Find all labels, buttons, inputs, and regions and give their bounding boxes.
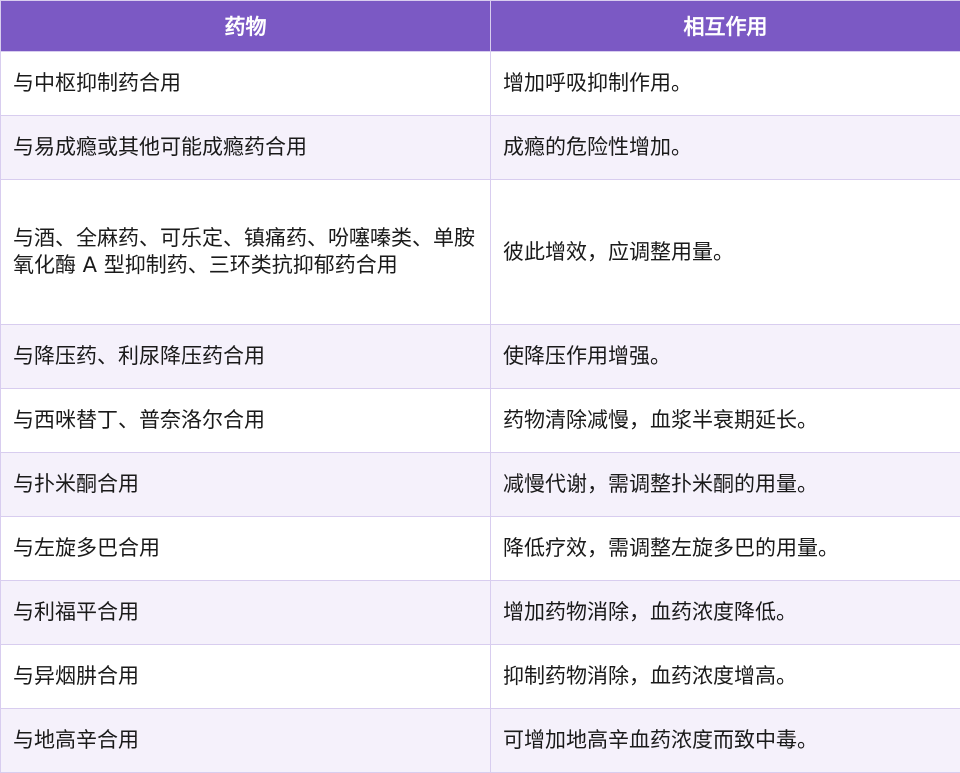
interaction-cell: 药物清除减慢，血浆半衰期延长。 — [491, 389, 960, 453]
drug-cell: 与西咪替丁、普奈洛尔合用 — [1, 389, 491, 453]
table-header-row: 药物 相互作用 — [1, 1, 960, 52]
table-row: 与降压药、利尿降压药合用 使降压作用增强。 — [1, 325, 960, 389]
interaction-cell: 使降压作用增强。 — [491, 325, 960, 389]
header-interaction: 相互作用 — [491, 1, 960, 52]
interaction-cell: 成瘾的危险性增加。 — [491, 116, 960, 180]
interaction-cell: 减慢代谢，需调整扑米酮的用量。 — [491, 453, 960, 517]
table-row: 与异烟肼合用 抑制药物消除，血药浓度增高。 — [1, 645, 960, 709]
drug-cell: 与降压药、利尿降压药合用 — [1, 325, 491, 389]
interaction-cell: 增加药物消除，血药浓度降低。 — [491, 581, 960, 645]
drug-interaction-table: 药物 相互作用 与中枢抑制药合用 增加呼吸抑制作用。 与易成瘾或其他可能成瘾药合… — [0, 0, 960, 773]
interaction-cell: 增加呼吸抑制作用。 — [491, 52, 960, 116]
interaction-cell: 可增加地高辛血药浓度而致中毒。 — [491, 709, 960, 773]
table-row: 与利福平合用 增加药物消除，血药浓度降低。 — [1, 581, 960, 645]
table-row: 与中枢抑制药合用 增加呼吸抑制作用。 — [1, 52, 960, 116]
interaction-cell: 降低疗效，需调整左旋多巴的用量。 — [491, 517, 960, 581]
drug-cell: 与异烟肼合用 — [1, 645, 491, 709]
table-row: 与左旋多巴合用 降低疗效，需调整左旋多巴的用量。 — [1, 517, 960, 581]
drug-cell: 与左旋多巴合用 — [1, 517, 491, 581]
table-row: 与扑米酮合用 减慢代谢，需调整扑米酮的用量。 — [1, 453, 960, 517]
table-row: 与易成瘾或其他可能成瘾药合用 成瘾的危险性增加。 — [1, 116, 960, 180]
drug-cell: 与利福平合用 — [1, 581, 491, 645]
drug-cell: 与酒、全麻药、可乐定、镇痛药、吩噻嗪类、单胺氧化酶 A 型抑制药、三环类抗抑郁药… — [1, 180, 491, 325]
table-row: 与地高辛合用 可增加地高辛血药浓度而致中毒。 — [1, 709, 960, 773]
drug-cell: 与易成瘾或其他可能成瘾药合用 — [1, 116, 491, 180]
header-drug: 药物 — [1, 1, 491, 52]
table-row: 与酒、全麻药、可乐定、镇痛药、吩噻嗪类、单胺氧化酶 A 型抑制药、三环类抗抑郁药… — [1, 180, 960, 325]
table-row: 与西咪替丁、普奈洛尔合用 药物清除减慢，血浆半衰期延长。 — [1, 389, 960, 453]
interaction-cell: 彼此增效，应调整用量。 — [491, 180, 960, 325]
interaction-cell: 抑制药物消除，血药浓度增高。 — [491, 645, 960, 709]
drug-cell: 与中枢抑制药合用 — [1, 52, 491, 116]
drug-cell: 与扑米酮合用 — [1, 453, 491, 517]
drug-cell: 与地高辛合用 — [1, 709, 491, 773]
